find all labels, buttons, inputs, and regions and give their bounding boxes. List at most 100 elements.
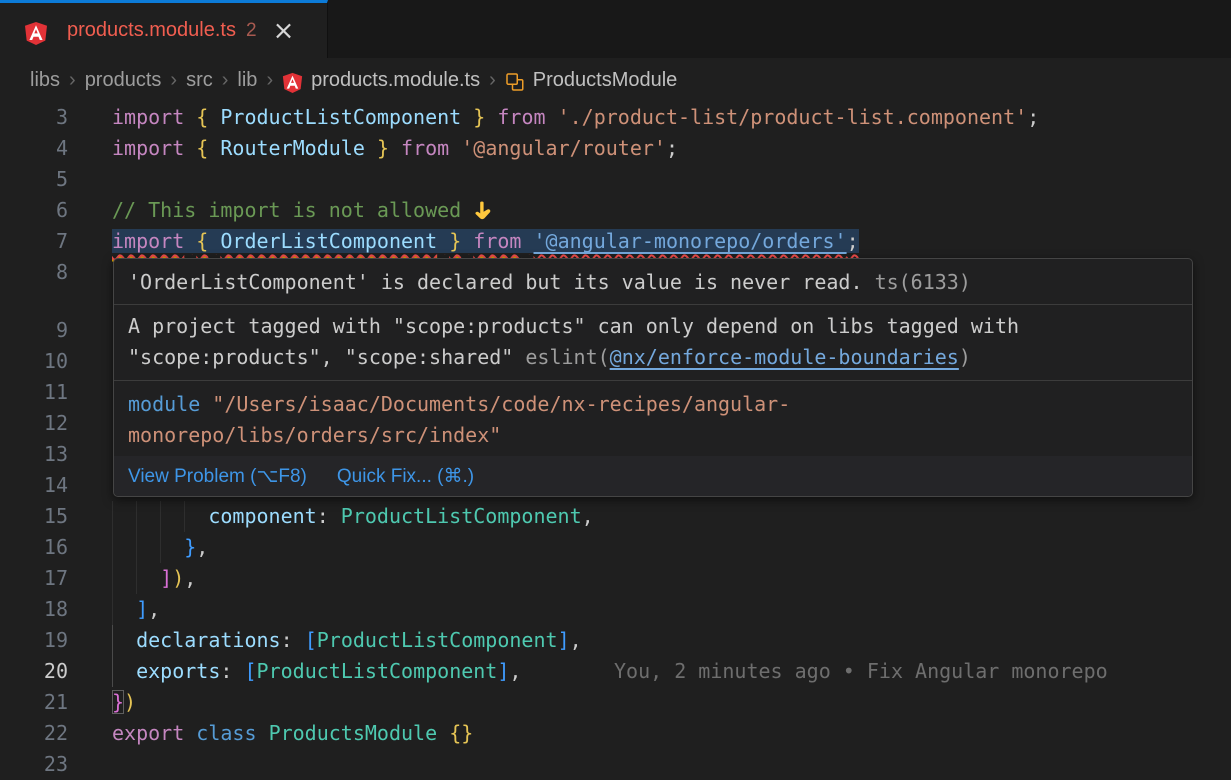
hover-divider (114, 304, 1192, 305)
hover-message-line: monorepo/libs/orders/src/index" (128, 420, 1168, 451)
code-token (208, 136, 220, 160)
line-number: 4 (0, 133, 68, 164)
code-line[interactable]: 16 }, (0, 532, 1231, 563)
code-token: ] (558, 628, 570, 652)
squiggle-wrap: ; (847, 229, 859, 253)
view-problem-action[interactable]: View Problem (⌥F8) (128, 465, 307, 488)
code-line[interactable]: 20 exports: [ProductListComponent],You, … (0, 656, 1231, 687)
code-token: ] (160, 566, 172, 590)
code-token: , (570, 628, 582, 652)
line-number: 21 (0, 687, 68, 718)
code-token (461, 105, 473, 129)
squiggle-wrap: from (473, 229, 521, 253)
code-token: , (184, 566, 196, 590)
code-line[interactable]: 3import { ProductListComponent } from '.… (0, 102, 1231, 133)
code-line[interactable]: 21}) (0, 687, 1231, 718)
line-number: 23 (0, 749, 68, 780)
code-token: '@angular/router' (461, 136, 666, 160)
code-token (546, 105, 558, 129)
code-token (365, 136, 377, 160)
code-token: ) (124, 690, 136, 714)
code-token (293, 628, 305, 652)
code-token: ; (666, 136, 678, 160)
line-number: 9 (0, 315, 68, 346)
line-number: 20 (0, 656, 68, 687)
module-link[interactable]: '@angular-monorepo/orders' (534, 229, 847, 253)
hover-message-line: module "/Users/isaac/Documents/code/nx-r… (128, 389, 1168, 420)
line-number: 15 (0, 501, 68, 532)
code-token: // This import is not allowed (112, 198, 473, 222)
line-number: 6 (0, 195, 68, 226)
code-token (863, 270, 875, 294)
code-token: ) (959, 345, 971, 369)
vscode-window: products.module.ts 2 × libs › products ›… (0, 0, 1231, 780)
code-token: ] (497, 659, 509, 683)
line-number: 18 (0, 594, 68, 625)
code-token: "scope:products", "scope:shared" (128, 345, 513, 369)
line-number: 16 (0, 532, 68, 563)
code-token: export (112, 721, 184, 745)
code-token: : (281, 628, 293, 652)
code-token: eslint( (525, 345, 609, 369)
line-number: 14 (0, 470, 68, 501)
code-token (521, 229, 533, 253)
code-token: './product-list/product-list.component' (558, 105, 1028, 129)
code-token (257, 721, 269, 745)
code-token: OrderListComponent (220, 229, 437, 253)
squiggle-wrap (208, 229, 220, 253)
code-token (200, 392, 212, 416)
code-token: class (196, 721, 256, 745)
code-token (112, 566, 160, 590)
code-token: "/Users/isaac/Documents/code/nx-recipes/… (212, 392, 790, 416)
code-token: ] (136, 597, 148, 621)
code-token: ProductListComponent (220, 105, 461, 129)
squiggle-wrap: '@angular-monorepo/orders' (534, 229, 847, 253)
code-line[interactable]: 6 // This import is not allowed (0, 195, 1231, 226)
code-line[interactable]: 18 ], (0, 594, 1231, 625)
code-line[interactable]: 4import { RouterModule } from '@angular/… (0, 133, 1231, 164)
squiggle-wrap: import (112, 229, 184, 253)
code-token (232, 659, 244, 683)
code-token (208, 105, 220, 129)
code-token (437, 229, 449, 253)
code-token (184, 105, 196, 129)
code-token: ; (847, 229, 859, 253)
squiggle-wrap (437, 229, 449, 253)
code-token: exports (136, 659, 220, 683)
squiggle-wrap: OrderListComponent (220, 229, 437, 253)
code-token: , (196, 535, 208, 559)
code-token: ProductListComponent (317, 628, 558, 652)
code-token (437, 721, 449, 745)
squiggle-wrap (184, 229, 196, 253)
code-token: component (208, 504, 316, 528)
quick-fix-action[interactable]: Quick Fix... (⌘.) (337, 465, 474, 488)
code-token (389, 136, 401, 160)
code-token: ) (172, 566, 184, 590)
code-token: from (473, 229, 521, 253)
line-number: 10 (0, 346, 68, 377)
code-token: } (377, 136, 389, 160)
code-line[interactable]: 19 declarations: [ProductListComponent], (0, 625, 1231, 656)
code-token: { (196, 105, 208, 129)
code-token (112, 504, 208, 528)
code-token: } (473, 105, 485, 129)
code-token: import (112, 105, 184, 129)
code-line[interactable]: 23 (0, 749, 1231, 780)
code-line[interactable]: 5 (0, 164, 1231, 195)
code-token: } (184, 535, 196, 559)
line-number: 19 (0, 625, 68, 656)
code-token (184, 136, 196, 160)
line-number: 13 (0, 439, 68, 470)
line-number: 11 (0, 377, 68, 408)
eslint-rule-link[interactable]: @nx/enforce-module-boundaries (610, 345, 959, 369)
code-token: A project tagged with "scope:products" c… (128, 314, 1019, 338)
hover-divider (114, 380, 1192, 381)
code-line[interactable]: 17 ]), (0, 563, 1231, 594)
code-line[interactable]: 15 component: ProductListComponent, (0, 501, 1231, 532)
squiggle-wrap (521, 229, 533, 253)
code-line[interactable]: 7import { OrderListComponent } from '@an… (0, 226, 1231, 257)
code-token (184, 229, 196, 253)
code-line[interactable]: 22export class ProductsModule {} (0, 718, 1231, 749)
code-token (112, 535, 184, 559)
code-token: : (220, 659, 232, 683)
